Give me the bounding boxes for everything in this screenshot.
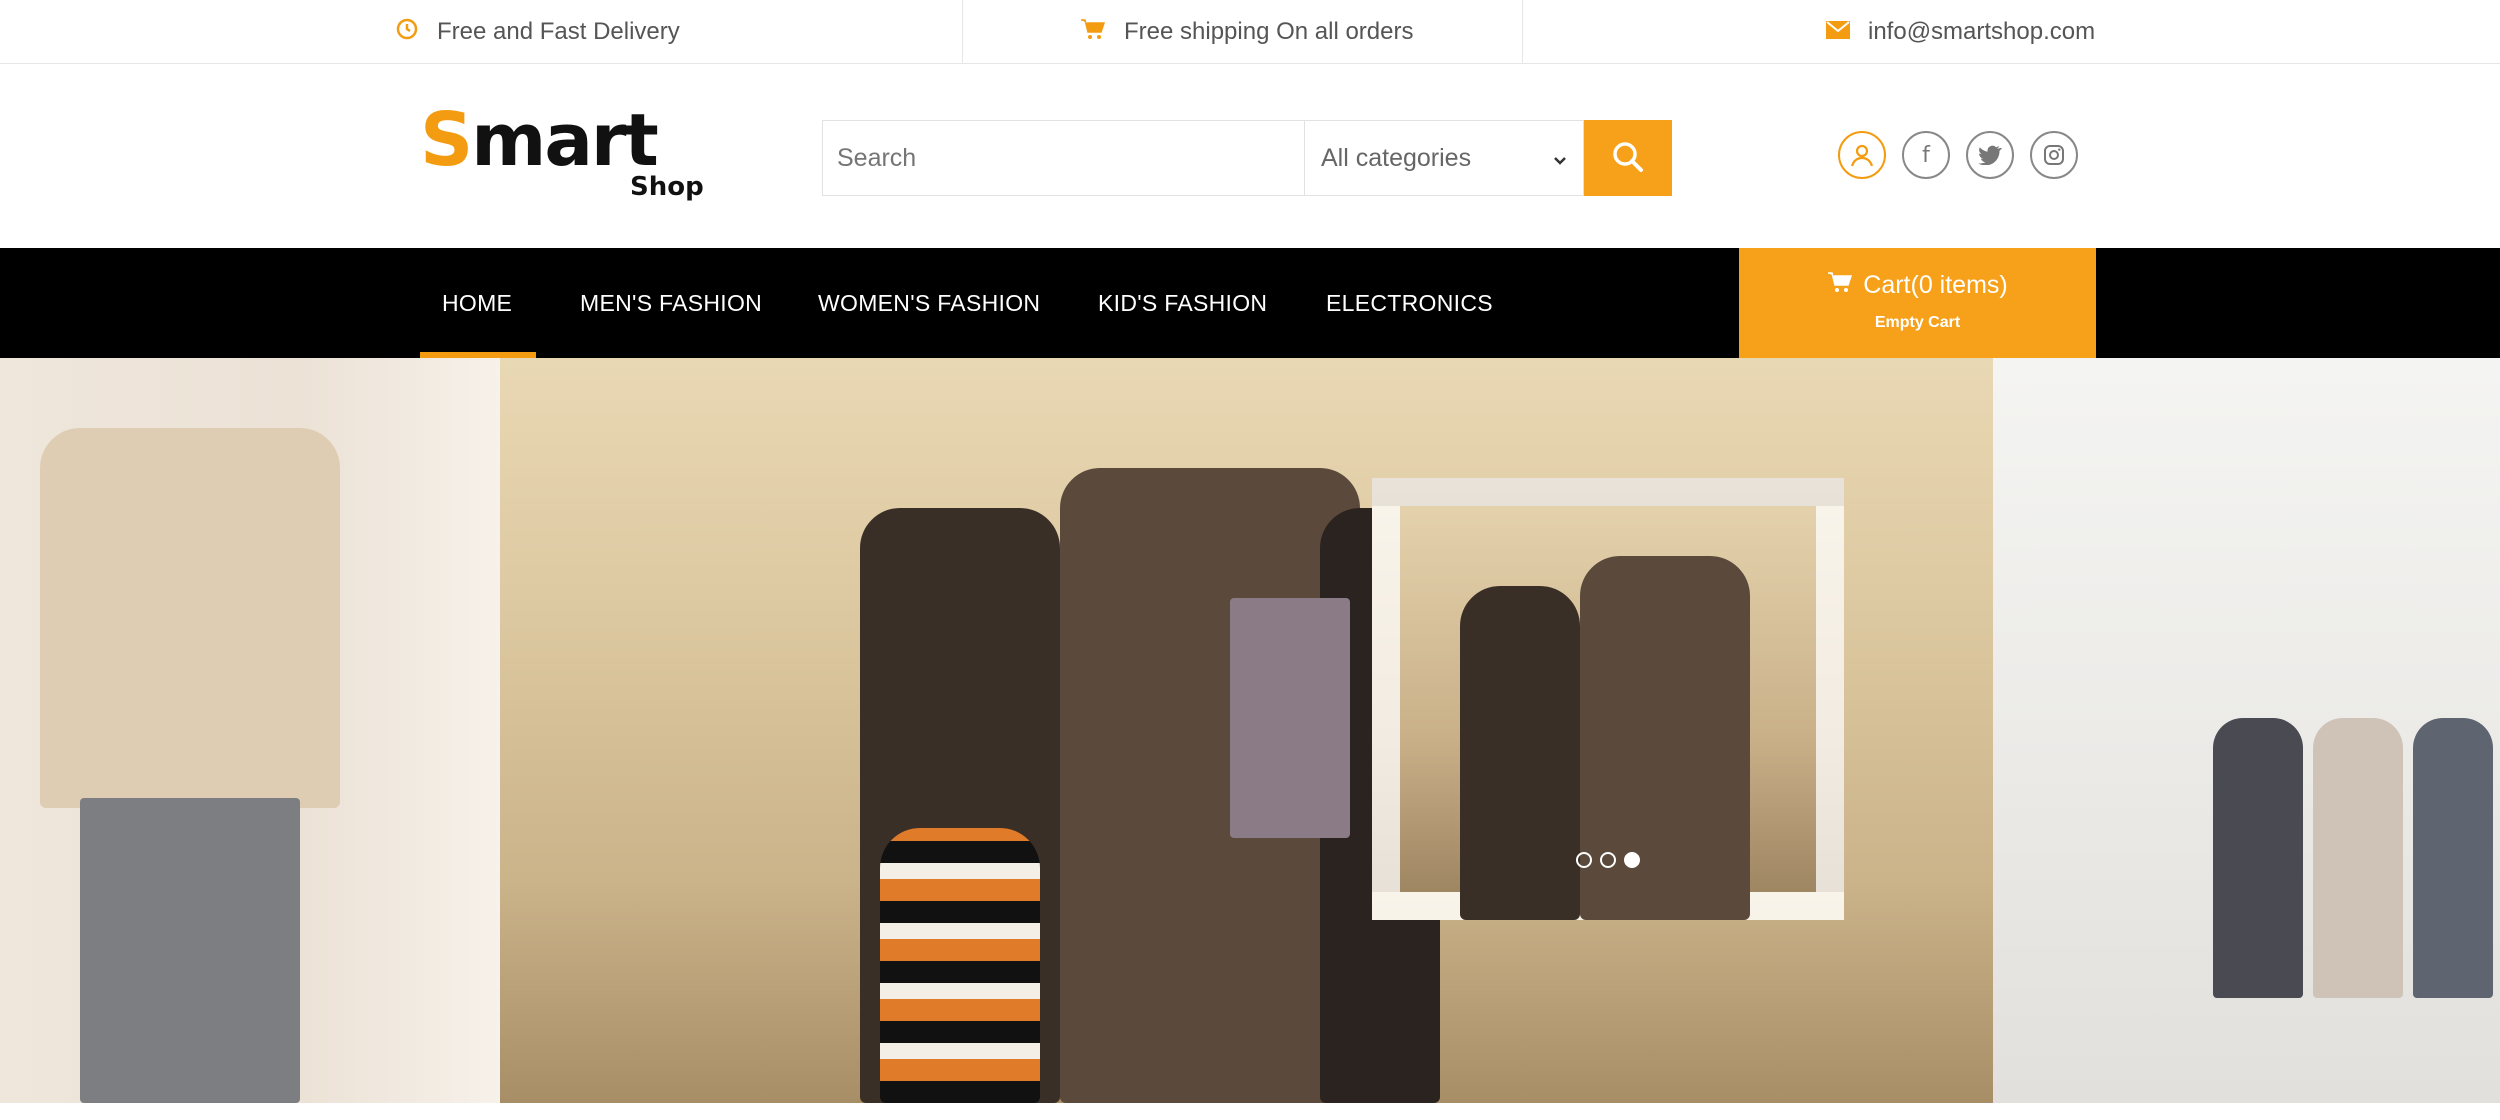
slider-dot[interactable] xyxy=(1576,852,1592,868)
main-navigation: HOME MEN'S FASHION WOMEN'S FASHION KID'S… xyxy=(0,248,2500,358)
logo-subtitle: Shop xyxy=(630,172,704,202)
search-input[interactable] xyxy=(822,120,1304,196)
nav-item-mens-fashion[interactable]: MEN'S FASHION xyxy=(580,248,762,358)
shopping-cart-icon xyxy=(1827,270,1853,301)
shipping-info: Free shipping On all orders xyxy=(1080,0,1413,64)
clock-icon xyxy=(395,17,419,48)
search-icon xyxy=(1611,140,1645,177)
instagram-icon[interactable] xyxy=(2030,131,2078,179)
search-bar: All categories xyxy=(822,120,1672,196)
email-info: info@smartshop.com xyxy=(1826,0,2095,64)
twitter-icon[interactable] xyxy=(1966,131,2014,179)
nav-item-electronics[interactable]: ELECTRONICS xyxy=(1326,248,1493,358)
category-select-value: All categories xyxy=(1321,143,1472,172)
mannequin-dress xyxy=(880,828,1040,1103)
chevron-down-icon xyxy=(1553,144,1567,173)
category-select[interactable]: All categories xyxy=(1304,120,1584,196)
nav-item-womens-fashion[interactable]: WOMEN'S FASHION xyxy=(818,248,1040,358)
user-account-icon[interactable] xyxy=(1838,131,1886,179)
slider-dot-active[interactable] xyxy=(1624,852,1640,868)
cart-title: Cart(0 items) xyxy=(1739,270,2096,301)
hero-slider[interactable] xyxy=(0,358,2500,1103)
slider-left-image xyxy=(0,358,500,1103)
wall-poster xyxy=(1230,598,1350,838)
site-logo[interactable]: Smart Shop xyxy=(420,100,710,210)
jeans-mannequin xyxy=(80,798,300,1103)
search-button[interactable] xyxy=(1584,120,1672,196)
nav-item-home[interactable]: HOME xyxy=(442,248,512,358)
envelope-icon xyxy=(1826,18,1850,46)
logo-wordmark: Smart xyxy=(420,97,659,183)
store-mannequin-2 xyxy=(2313,718,2403,998)
facebook-icon[interactable]: f xyxy=(1902,131,1950,179)
thumb-mannequin-1 xyxy=(1460,586,1580,920)
header-icons: f xyxy=(1838,131,2078,179)
top-info-bar: Free and Fast Delivery Free shipping On … xyxy=(0,0,2500,64)
store-mannequin-3 xyxy=(2413,718,2493,998)
store-mannequin-1 xyxy=(2213,718,2303,998)
sweater-mannequin xyxy=(40,428,340,808)
cart-status: Empty Cart xyxy=(1874,314,1961,331)
email-link[interactable]: info@smartshop.com xyxy=(1868,18,2095,46)
cart-count-label: Cart(0 items) xyxy=(1863,271,2008,299)
delivery-text: Free and Fast Delivery xyxy=(437,18,680,45)
slider-dot[interactable] xyxy=(1600,852,1616,868)
slider-pagination xyxy=(1576,852,1640,868)
cart-icon xyxy=(1080,17,1106,48)
nav-item-kids-fashion[interactable]: KID'S FASHION xyxy=(1098,248,1267,358)
cart-button[interactable]: Cart(0 items) Empty Cart xyxy=(1739,248,2096,358)
shipping-text: Free shipping On all orders xyxy=(1124,18,1414,45)
slider-right-image xyxy=(1993,358,2500,1103)
delivery-info: Free and Fast Delivery xyxy=(395,0,680,64)
